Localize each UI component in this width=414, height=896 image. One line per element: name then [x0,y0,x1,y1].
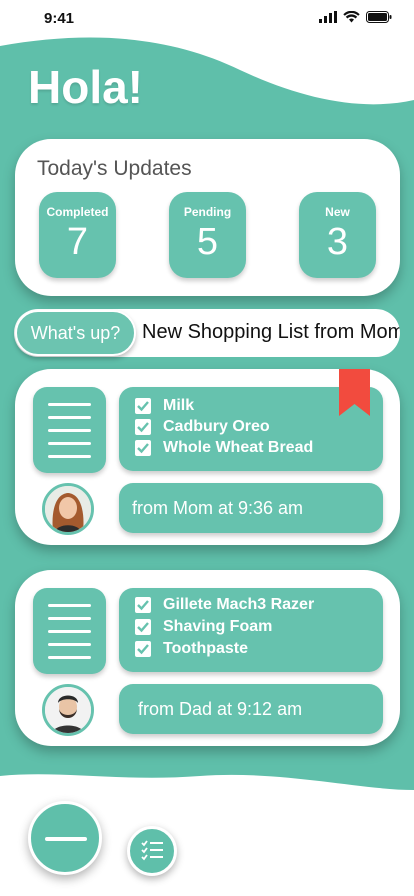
signal-icon [319,11,337,23]
list-lines-icon [33,387,106,473]
checkbox-checked-icon[interactable] [135,641,151,657]
stat-label: New [325,205,350,219]
list-item-label: Toothpaste [163,640,249,657]
list-item[interactable]: Gillete Mach3 Razer [135,595,314,615]
list-item-label: Gillete Mach3 Razer [163,596,315,613]
minus-icon [45,837,87,841]
list-item-label: Shaving Foam [163,618,273,635]
list-item-label: Cadbury Oreo [163,418,270,435]
list-lines-icon [33,588,106,674]
minus-button[interactable] [28,801,102,875]
list-item-label: Whole Wheat Bread [163,439,314,456]
from-label: from Mom at 9:36 am [132,498,304,518]
stat-label: Completed [46,205,109,219]
updates-card: Today's Updates Completed 7 Pending 5 Ne… [15,139,400,296]
checkbox-checked-icon[interactable] [135,619,151,635]
stat-completed[interactable]: Completed 7 [39,192,116,278]
checkbox-checked-icon[interactable] [135,597,151,613]
list-item[interactable]: Cadbury Oreo [135,417,270,437]
avatar-mom [42,483,94,535]
list-item-label: Milk [163,397,195,414]
wifi-icon [343,11,360,23]
list-card-mom[interactable]: Milk Cadbury Oreo Whole Wheat Bread from… [15,369,400,545]
status-icons [319,11,392,23]
stat-label: Pending [183,205,232,219]
status-bar: 9:41 [0,0,414,36]
list-card-dad[interactable]: Gillete Mach3 Razer Shaving Foam Toothpa… [15,570,400,746]
list-item[interactable]: Milk [135,396,194,416]
list-items: Gillete Mach3 Razer Shaving Foam Toothpa… [119,588,383,672]
stat-pending[interactable]: Pending 5 [169,192,246,278]
checkbox-checked-icon[interactable] [135,419,151,435]
battery-icon [366,11,392,23]
bookmark-icon[interactable] [339,369,370,416]
from-label: from Dad at 9:12 am [138,699,303,719]
checklist-icon [141,840,163,861]
updates-title: Today's Updates [37,157,192,180]
checklist-button[interactable] [127,826,177,876]
greeting-title: Hola! [28,61,143,113]
stat-value: 3 [326,221,349,263]
status-time: 9:41 [44,10,75,27]
list-item[interactable]: Toothpaste [135,639,248,659]
whats-up-button[interactable]: What's up? [15,310,136,356]
stat-new[interactable]: New 3 [299,192,376,278]
from-label-box: from Mom at 9:36 am [119,483,383,533]
list-item[interactable]: Whole Wheat Bread [135,438,313,458]
avatar-dad [42,684,94,736]
from-label-box: from Dad at 9:12 am [119,684,383,734]
list-item[interactable]: Shaving Foam [135,617,272,637]
stat-value: 5 [196,221,219,263]
qr-code-icon[interactable] [340,52,382,94]
checkbox-checked-icon[interactable] [135,440,151,456]
ticker-text: New Shopping List from Mom [142,321,400,343]
stat-value: 7 [66,221,89,263]
checkbox-checked-icon[interactable] [135,398,151,414]
